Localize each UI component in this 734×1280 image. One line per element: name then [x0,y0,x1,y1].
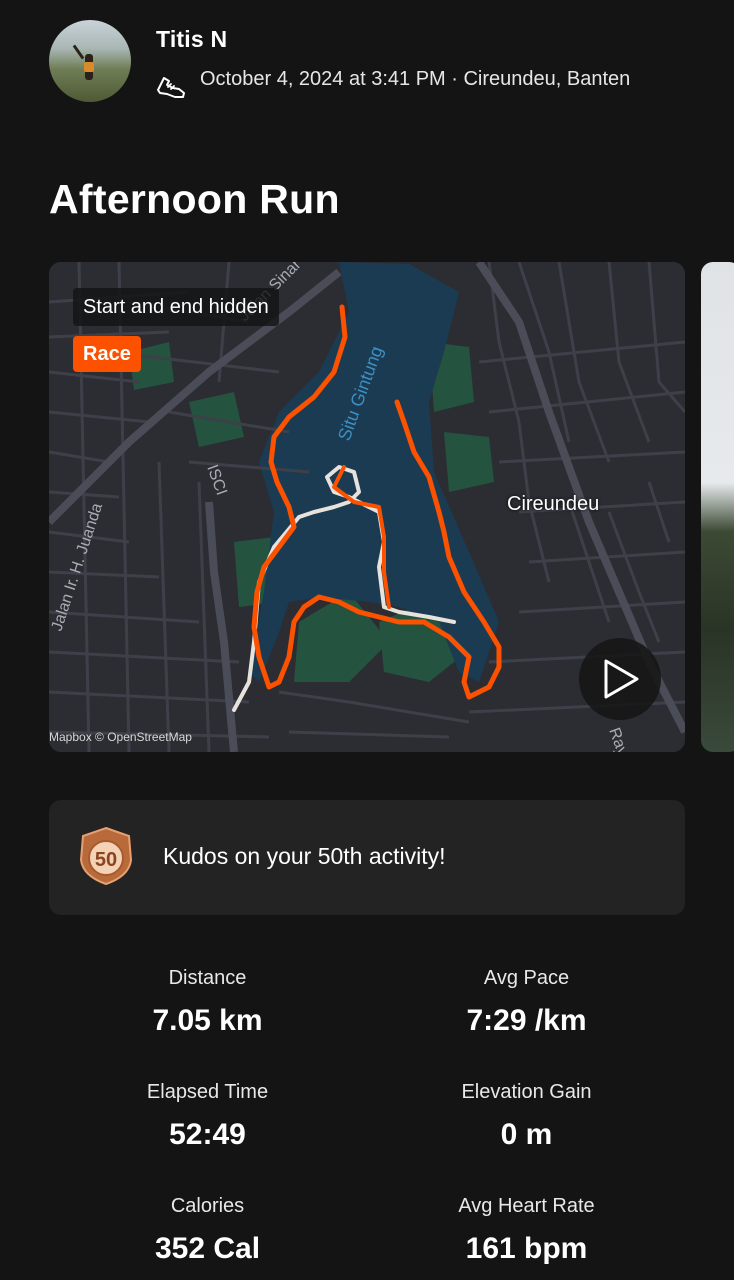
shoe-icon [157,77,185,98]
stat-label: Avg Heart Rate [458,1195,595,1217]
avatar-figure-arm [72,44,85,60]
stat-label: Elevation Gain [461,1081,592,1103]
avatar-figure-shirt [84,62,94,72]
next-photo-peek[interactable] [701,262,734,752]
stat-elapsed-time: Elapsed Time 52:49 [49,1081,366,1152]
stat-avg-pace: Avg Pace 7:29 /km [368,967,685,1038]
avatar[interactable] [49,20,131,102]
kudos-text: Kudos on your 50th activity! [163,843,446,869]
achievement-badge-icon: 50 [79,826,133,886]
stat-label: Distance [168,967,247,989]
race-badge: Race [73,336,141,372]
user-name[interactable]: Titis N [156,26,227,53]
play-icon [604,659,639,699]
stat-label: Elapsed Time [146,1081,269,1103]
start-end-hidden-badge: Start and end hidden [73,288,279,326]
stat-avg-heart-rate: Avg Heart Rate 161 bpm [368,1195,685,1266]
stat-elevation-gain: Elevation Gain 0 m [368,1081,685,1152]
stat-value: 7.05 km [152,1004,263,1037]
stat-calories: Calories 352 Cal [49,1195,366,1266]
flyover-play-button[interactable] [579,638,661,720]
activity-title: Afternoon Run [49,176,340,222]
activity-date-location: October 4, 2024 at 3:41 PM · Cireundeu, … [200,68,631,90]
map-attribution[interactable]: Mapbox © OpenStreetMap [49,730,192,744]
badge-number: 50 [95,849,117,871]
stat-label: Calories [170,1195,245,1217]
stat-value: 0 m [500,1118,553,1151]
stat-value: 7:29 /km [466,1004,587,1037]
stat-value: 161 bpm [465,1232,588,1265]
stat-value: 352 Cal [154,1232,261,1265]
stat-label: Avg Pace [483,967,570,989]
park-area [444,432,494,492]
stat-value: 52:49 [169,1118,246,1151]
map-place-label: Cireundeu [507,493,600,515]
kudos-achievement-card[interactable]: 50 Kudos on your 50th activity! [49,800,685,915]
stat-distance: Distance 7.05 km [49,967,366,1038]
